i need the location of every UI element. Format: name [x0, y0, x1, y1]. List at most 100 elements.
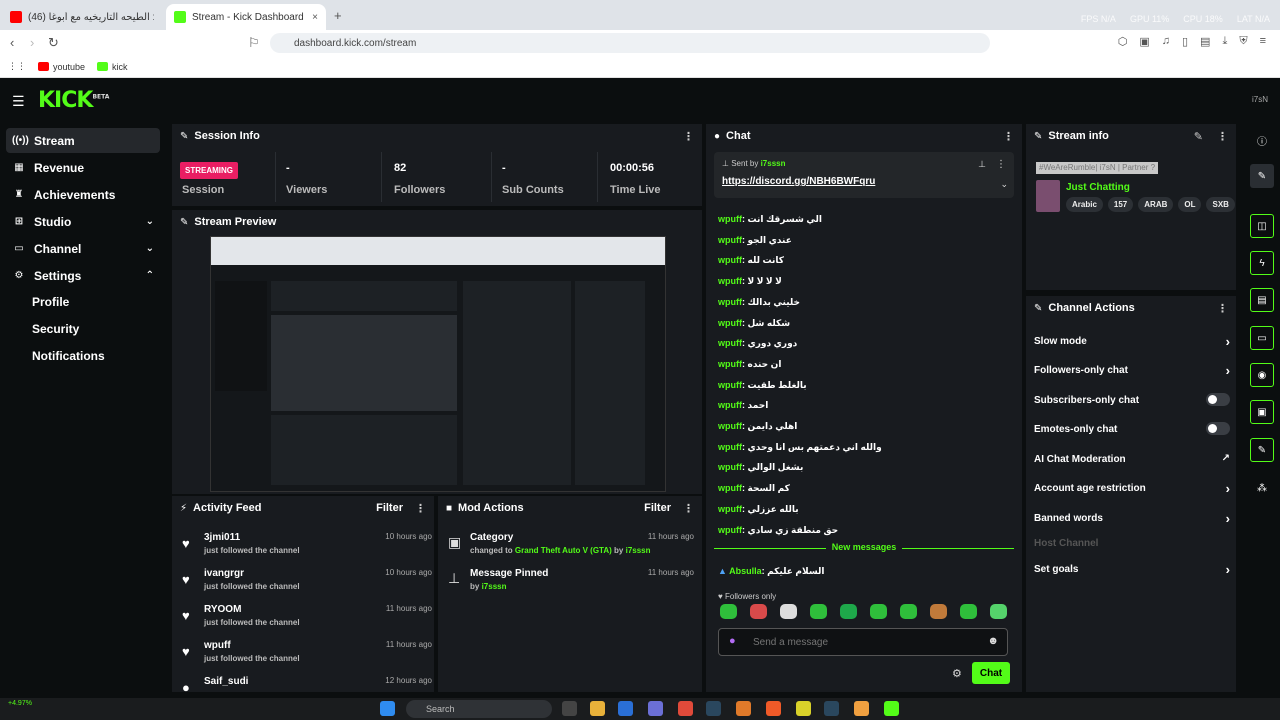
- subscribers-only-toggle[interactable]: [1206, 393, 1230, 406]
- unpin-icon[interactable]: ⊥: [978, 159, 986, 170]
- feed-username[interactable]: 3jmi011: [204, 532, 240, 543]
- chat-username[interactable]: wpuff: [718, 359, 742, 369]
- sidebar-item-studio[interactable]: ⊞ Studio ⌄: [6, 209, 160, 234]
- discord-icon[interactable]: [648, 701, 663, 716]
- stock-widget[interactable]: +4.97%: [8, 700, 32, 707]
- pinned-link[interactable]: https://discord.gg/NBH6BWFqru: [722, 176, 875, 187]
- filter-button[interactable]: Filter: [376, 502, 403, 514]
- user-menu[interactable]: i7sN: [1252, 95, 1268, 104]
- stream-preview-video[interactable]: [210, 236, 666, 492]
- emote-icon[interactable]: [960, 604, 977, 619]
- store-icon[interactable]: [618, 701, 633, 716]
- edit-icon[interactable]: ✎: [1250, 164, 1274, 188]
- stream-tag[interactable]: ARAB: [1138, 197, 1174, 212]
- chat-username[interactable]: wpuff: [718, 214, 742, 224]
- sidebar-item-stream[interactable]: ((•)) Stream: [6, 128, 160, 153]
- ai-moderation-item[interactable]: AI Chat Moderation ↗: [1034, 453, 1230, 465]
- steam-icon[interactable]: [706, 701, 721, 716]
- document-icon[interactable]: ▤: [1250, 288, 1274, 312]
- emotes-only-toggle[interactable]: [1206, 422, 1230, 435]
- extension-icon[interactable]: ⬡: [1118, 35, 1128, 48]
- stream-tag[interactable]: 157: [1107, 197, 1134, 212]
- wallet-icon[interactable]: ▤: [1200, 35, 1210, 48]
- bolt-icon[interactable]: ϟ: [1250, 251, 1274, 275]
- screenshot-icon[interactable]: ▣: [1139, 35, 1149, 48]
- feed-username[interactable]: ivangrgr: [204, 568, 244, 579]
- chevron-down-icon[interactable]: ⌄: [1000, 179, 1008, 190]
- bookmark-icon[interactable]: ⚐: [248, 35, 260, 51]
- chat-icon[interactable]: ▭: [1250, 326, 1274, 350]
- mod-category-link[interactable]: Grand Theft Auto V (GTA): [515, 546, 612, 555]
- slow-mode-item[interactable]: Slow mode ›: [1034, 334, 1230, 349]
- bookmark-youtube[interactable]: youtube: [38, 62, 85, 72]
- download-icon[interactable]: ⤓: [1222, 35, 1227, 48]
- feed-username[interactable]: Saif_sudi: [204, 676, 248, 687]
- chat-username[interactable]: wpuff: [718, 400, 742, 410]
- broadcast-icon[interactable]: ◉: [1250, 363, 1274, 387]
- menu-hamburger-icon[interactable]: ☰: [12, 93, 25, 110]
- chat-username[interactable]: Absulla: [729, 566, 762, 576]
- filter-button[interactable]: Filter: [644, 502, 671, 514]
- vlc-icon[interactable]: [736, 701, 751, 716]
- chrome-icon[interactable]: [678, 701, 693, 716]
- app-icon[interactable]: [796, 701, 811, 716]
- back-icon[interactable]: ‹: [10, 35, 14, 50]
- emote-icon[interactable]: [870, 604, 887, 619]
- kebab-menu-icon[interactable]: ⋮: [683, 502, 694, 515]
- info-icon[interactable]: ⓘ: [1250, 128, 1274, 152]
- set-goals-item[interactable]: Set goals ›: [1034, 562, 1230, 577]
- account-age-item[interactable]: Account age restriction ›: [1034, 481, 1230, 496]
- address-bar[interactable]: dashboard.kick.com/stream: [270, 33, 990, 53]
- chat-username[interactable]: wpuff: [718, 276, 742, 286]
- media-icon[interactable]: ♫: [1162, 35, 1170, 48]
- stream-tag[interactable]: Arabic: [1066, 197, 1103, 212]
- steam-icon[interactable]: [824, 701, 839, 716]
- emoji-icon[interactable]: ☻: [987, 635, 999, 647]
- stream-tag[interactable]: SXB: [1206, 197, 1235, 212]
- feed-username[interactable]: RYOOM: [204, 604, 241, 615]
- sidebar-item-revenue[interactable]: ▦ Revenue: [6, 155, 160, 180]
- kebab-menu-icon[interactable]: ⋮: [996, 159, 1006, 170]
- sidebar-icon[interactable]: ▯: [1182, 35, 1188, 48]
- emote-icon[interactable]: [930, 604, 947, 619]
- mod-user-link[interactable]: i7sssn: [626, 546, 651, 555]
- new-messages-label[interactable]: New messages: [706, 542, 1022, 552]
- feed-username[interactable]: wpuff: [204, 640, 231, 651]
- chat-username[interactable]: wpuff: [718, 297, 742, 307]
- edit-icon[interactable]: ✎: [1194, 130, 1203, 143]
- chat-username[interactable]: wpuff: [718, 525, 742, 535]
- pinned-username[interactable]: i7sssn: [761, 159, 786, 168]
- sidebar-item-notifications[interactable]: Notifications: [32, 349, 105, 363]
- emote-icon[interactable]: [750, 604, 767, 619]
- menu-icon[interactable]: ≡: [1260, 35, 1266, 48]
- emote-icon[interactable]: [780, 604, 797, 619]
- sidebar-item-security[interactable]: Security: [32, 322, 79, 336]
- banned-words-item[interactable]: Banned words ›: [1034, 511, 1230, 526]
- reload-icon[interactable]: ↻: [48, 35, 59, 51]
- chat-username[interactable]: wpuff: [718, 318, 742, 328]
- kick-logo[interactable]: KICKBETA: [38, 88, 109, 113]
- chat-username[interactable]: wpuff: [718, 442, 742, 452]
- chat-input-box[interactable]: ● ☻: [718, 628, 1008, 656]
- close-tab-icon[interactable]: ×: [312, 12, 318, 23]
- kebab-menu-icon[interactable]: ⋮: [683, 130, 694, 143]
- chat-username[interactable]: wpuff: [718, 421, 742, 431]
- sidebar-item-channel[interactable]: ▭ Channel ⌄: [6, 236, 160, 261]
- new-tab-button[interactable]: +: [334, 8, 342, 23]
- chat-settings-gear-icon[interactable]: ⚙: [952, 667, 962, 680]
- emote-icon[interactable]: [810, 604, 827, 619]
- vpn-icon[interactable]: ⛨: [1239, 35, 1247, 48]
- chat-username[interactable]: wpuff: [718, 462, 742, 472]
- scan-icon[interactable]: ◫: [1250, 214, 1274, 238]
- browser-tab-youtube[interactable]: (46) قرائد 5 : الطيحه التاريخيه مع أبوغا…: [2, 4, 162, 30]
- chat-username[interactable]: wpuff: [718, 504, 742, 514]
- brave-icon[interactable]: [766, 701, 781, 716]
- sidebar-item-settings[interactable]: ⚙ Settings ⌃: [6, 263, 160, 288]
- chat-username[interactable]: wpuff: [718, 338, 742, 348]
- mod-user-link[interactable]: i7sssn: [482, 582, 507, 591]
- chat-username[interactable]: wpuff: [718, 235, 742, 245]
- chat-send-button[interactable]: Chat: [972, 662, 1010, 684]
- followers-only-item[interactable]: Followers-only chat ›: [1034, 363, 1230, 378]
- sidebar-item-profile[interactable]: Profile: [32, 295, 69, 309]
- kick-app-icon[interactable]: [884, 701, 899, 716]
